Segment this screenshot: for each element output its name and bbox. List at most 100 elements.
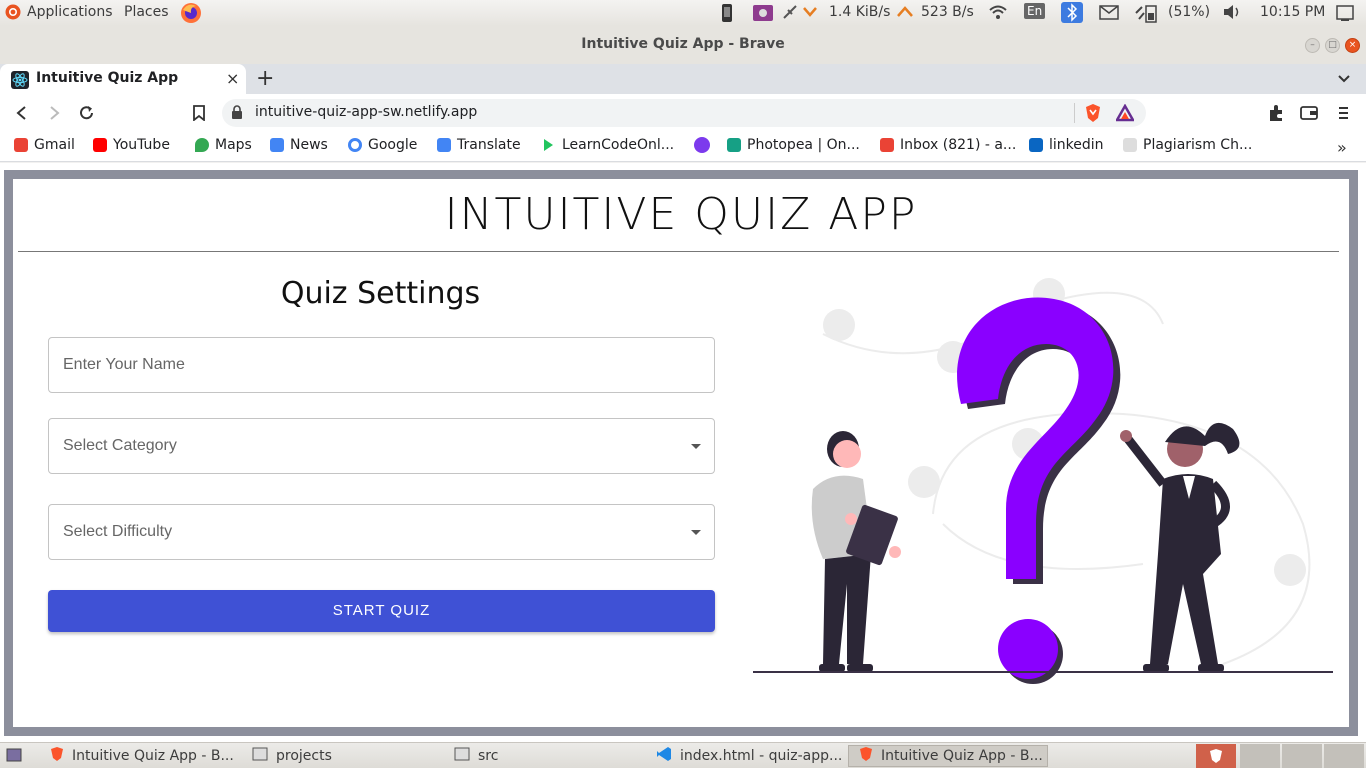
- taskbar-item-label: src: [478, 748, 499, 764]
- url-text[interactable]: intuitive-quiz-app-sw.netlify.app: [255, 104, 477, 120]
- bookmark-label: Photopea | On...: [747, 137, 860, 153]
- battery-icon[interactable]: [1134, 3, 1160, 27]
- bookmark-label: YouTube: [113, 137, 170, 153]
- mail-icon[interactable]: [1099, 5, 1119, 24]
- folder-window-icon: [454, 747, 470, 765]
- workspace-3[interactable]: [1282, 744, 1322, 768]
- purple-u-icon: [694, 137, 710, 153]
- show-desktop-icon[interactable]: [6, 748, 22, 766]
- firefox-launcher-icon[interactable]: [180, 2, 202, 28]
- bookmark-label: Maps: [215, 137, 252, 153]
- question-mark-illustration: [753, 278, 1333, 684]
- workspace-2[interactable]: [1240, 744, 1280, 768]
- tab-search-chevron-icon[interactable]: [1337, 70, 1351, 89]
- bookmark-news[interactable]: News: [270, 137, 328, 153]
- folder-window-icon: [252, 747, 268, 765]
- upload-arrow-icon: [896, 4, 914, 24]
- difficulty-select-label: Select Difficulty: [63, 523, 173, 540]
- keyboard-layout-indicator[interactable]: En: [1024, 3, 1046, 19]
- browser-toolbar: intuitive-quiz-app-sw.netlify.app: [0, 94, 1366, 132]
- extensions-puzzle-icon[interactable]: [1267, 104, 1285, 126]
- bookmark-icon[interactable]: [192, 105, 206, 125]
- taskbar-item-brave-2[interactable]: Intuitive Quiz App - B...: [848, 745, 1048, 767]
- omnibox-divider: [1074, 103, 1075, 123]
- maps-pin-icon: [195, 138, 209, 152]
- category-select-label: Select Category: [63, 437, 177, 454]
- sst-icon: [1123, 138, 1137, 152]
- linkedin-icon: [1029, 138, 1043, 152]
- taskbar-item-projects[interactable]: projects: [242, 745, 442, 767]
- title-divider: [18, 251, 1339, 252]
- taskbar-item-src[interactable]: src: [444, 745, 644, 767]
- wallet-icon[interactable]: [1300, 105, 1318, 125]
- bookmark-label: LearnCodeOnl...: [562, 137, 675, 153]
- top-panel: Applications Places 1.4 KiB/s 523 B/s En…: [0, 0, 1366, 26]
- browser-menu-icon[interactable]: [1337, 104, 1349, 126]
- bookmark-inbox[interactable]: Inbox (821) - a...: [880, 137, 1016, 153]
- start-quiz-button[interactable]: START QUIZ: [48, 590, 715, 632]
- bookmark-purple-u[interactable]: [694, 137, 716, 153]
- wifi-icon[interactable]: [988, 4, 1008, 24]
- bookmark-translate[interactable]: Translate: [437, 137, 521, 153]
- brave-rewards-icon[interactable]: [1114, 103, 1136, 126]
- tab-title: Intuitive Quiz App: [36, 70, 179, 86]
- difficulty-select[interactable]: Select Difficulty: [48, 504, 715, 560]
- bluetooth-icon[interactable]: [1061, 2, 1083, 27]
- taskbar-item-brave-1[interactable]: Intuitive Quiz App - B...: [40, 745, 240, 767]
- taskbar-item-label: Intuitive Quiz App - B...: [881, 748, 1043, 764]
- phone-indicator-icon[interactable]: [721, 3, 733, 27]
- bookmark-label: Inbox (821) - a...: [900, 137, 1017, 153]
- window-title: Intuitive Quiz App - Brave: [581, 36, 785, 52]
- forward-arrow-icon[interactable]: [46, 105, 62, 125]
- taskbar-item-label: index.html - quiz-app...: [680, 748, 843, 764]
- bookmark-label: Translate: [457, 137, 521, 153]
- volume-icon[interactable]: [1222, 4, 1242, 24]
- back-arrow-icon[interactable]: [14, 105, 30, 125]
- address-bar[interactable]: intuitive-quiz-app-sw.netlify.app: [222, 99, 1146, 127]
- close-window-button[interactable]: ×: [1345, 38, 1360, 53]
- ubuntu-logo-icon[interactable]: [5, 4, 21, 24]
- google-icon: [348, 138, 362, 152]
- tab-close-icon[interactable]: ×: [226, 69, 239, 88]
- minimize-button[interactable]: –: [1305, 38, 1320, 53]
- bookmark-learncodeonline[interactable]: LearnCodeOnl...: [541, 137, 674, 153]
- new-tab-button[interactable]: +: [256, 66, 274, 91]
- screenshot-indicator-icon[interactable]: [752, 3, 774, 27]
- network-tools-icon[interactable]: [782, 4, 818, 24]
- category-select[interactable]: Select Category: [48, 418, 715, 474]
- translate-icon: [437, 138, 451, 152]
- gmail-icon: [14, 138, 28, 152]
- name-input[interactable]: Enter Your Name: [48, 337, 715, 393]
- clock[interactable]: 10:15 PM: [1260, 4, 1325, 20]
- tab-intuitive-quiz-app[interactable]: Intuitive Quiz App ×: [0, 64, 246, 94]
- brave-shields-icon[interactable]: [1084, 103, 1102, 127]
- maximize-button[interactable]: □: [1325, 38, 1340, 53]
- brave-icon: [859, 746, 873, 766]
- places-menu[interactable]: Places: [124, 4, 169, 20]
- workspace-4[interactable]: [1324, 744, 1364, 768]
- app-title: INTUITIVE QUIZ APP: [444, 189, 918, 240]
- reload-icon[interactable]: [78, 104, 96, 126]
- session-menu-icon[interactable]: [1336, 4, 1354, 26]
- download-speed: 1.4 KiB/s: [829, 4, 891, 20]
- bookmark-google[interactable]: Google: [348, 137, 417, 153]
- window-titlebar[interactable]: Intuitive Quiz App - Brave – □ ×: [0, 26, 1366, 64]
- bookmark-gmail[interactable]: Gmail: [14, 137, 75, 153]
- bookmark-linkedin[interactable]: linkedin: [1029, 137, 1104, 153]
- applications-menu[interactable]: Applications: [27, 4, 113, 20]
- taskbar-item-vscode[interactable]: index.html - quiz-app...: [646, 745, 846, 767]
- lock-icon[interactable]: [231, 105, 243, 124]
- bottom-taskbar: Intuitive Quiz App - B... projects src i…: [0, 742, 1366, 768]
- more-bookmarks-chevron-icon[interactable]: »: [1337, 138, 1347, 157]
- bookmark-label: linkedin: [1049, 137, 1104, 153]
- battery-percentage: (51%): [1168, 4, 1211, 20]
- tab-strip: Intuitive Quiz App × +: [0, 64, 1366, 94]
- brave-icon: [50, 746, 64, 766]
- dropdown-arrow-icon: [691, 530, 701, 535]
- bookmark-maps[interactable]: Maps: [195, 137, 252, 153]
- bookmark-plagiarism-checker[interactable]: Plagiarism Ch...: [1123, 137, 1252, 153]
- bookmark-photopea[interactable]: Photopea | On...: [727, 137, 860, 153]
- workspace-brave-indicator[interactable]: [1196, 744, 1236, 768]
- bookmark-youtube[interactable]: YouTube: [93, 137, 170, 153]
- bookmark-label: Google: [368, 137, 418, 153]
